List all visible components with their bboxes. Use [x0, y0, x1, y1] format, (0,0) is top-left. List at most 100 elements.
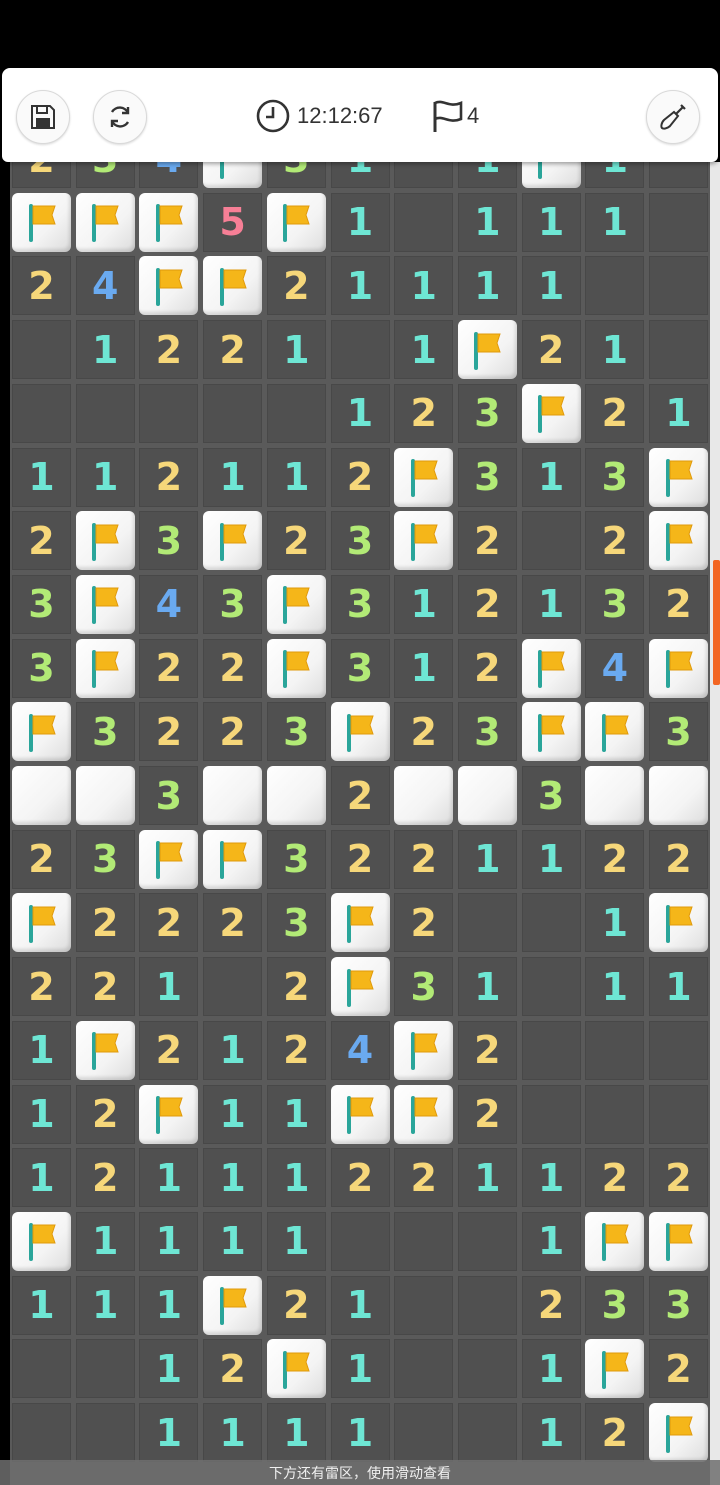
number-cell[interactable]: 3 — [585, 1275, 645, 1335]
empty-cell[interactable] — [12, 383, 71, 443]
empty-cell[interactable] — [457, 1339, 517, 1399]
empty-cell[interactable] — [394, 192, 454, 252]
number-cell[interactable]: 2 — [75, 1084, 135, 1144]
number-cell[interactable]: 2 — [457, 574, 517, 634]
number-cell[interactable]: 1 — [203, 1084, 263, 1144]
number-cell[interactable]: 1 — [75, 1275, 135, 1335]
number-cell[interactable]: 1 — [649, 957, 708, 1017]
number-cell[interactable]: 1 — [330, 1403, 390, 1462]
number-cell[interactable]: 3 — [457, 383, 517, 443]
number-cell[interactable]: 1 — [585, 192, 645, 252]
number-cell[interactable]: 2 — [12, 511, 71, 571]
number-cell[interactable]: 2 — [75, 1148, 135, 1208]
number-cell[interactable]: 3 — [649, 702, 708, 762]
number-cell[interactable]: 2 — [330, 1148, 390, 1208]
number-cell[interactable]: 1 — [330, 1339, 390, 1399]
empty-cell[interactable] — [585, 1020, 645, 1080]
number-cell[interactable]: 2 — [139, 320, 199, 380]
flagged-cell[interactable] — [75, 192, 135, 252]
number-cell[interactable]: 1 — [12, 1148, 71, 1208]
flagged-cell[interactable] — [75, 638, 135, 698]
number-cell[interactable]: 2 — [585, 829, 645, 889]
number-cell[interactable]: 1 — [330, 192, 390, 252]
number-cell[interactable]: 1 — [457, 162, 517, 188]
number-cell[interactable]: 1 — [12, 1275, 71, 1335]
number-cell[interactable]: 2 — [585, 1403, 645, 1462]
empty-cell[interactable] — [649, 256, 708, 316]
number-cell[interactable]: 3 — [12, 574, 71, 634]
number-cell[interactable]: 2 — [457, 638, 517, 698]
number-cell[interactable]: 1 — [394, 320, 454, 380]
flagged-cell[interactable] — [457, 320, 517, 380]
number-cell[interactable]: 2 — [649, 1148, 708, 1208]
empty-cell[interactable] — [394, 1339, 454, 1399]
flagged-cell[interactable] — [394, 1084, 454, 1144]
number-cell[interactable]: 3 — [330, 511, 390, 571]
number-cell[interactable]: 2 — [203, 1339, 263, 1399]
number-cell[interactable]: 2 — [457, 1084, 517, 1144]
restart-button[interactable] — [93, 90, 147, 144]
scroll-track[interactable] — [710, 162, 720, 1485]
number-cell[interactable]: 1 — [266, 1148, 326, 1208]
flagged-cell[interactable] — [12, 702, 71, 762]
empty-cell[interactable] — [203, 383, 263, 443]
number-cell[interactable]: 1 — [203, 1020, 263, 1080]
dig-mode-button[interactable] — [646, 90, 700, 144]
flagged-cell[interactable] — [521, 383, 581, 443]
flagged-cell[interactable] — [649, 1403, 708, 1462]
number-cell[interactable]: 1 — [266, 447, 326, 507]
number-cell[interactable]: 1 — [266, 1403, 326, 1462]
number-cell[interactable]: 1 — [585, 320, 645, 380]
unopened-cell[interactable] — [649, 766, 708, 825]
flagged-cell[interactable] — [12, 893, 71, 953]
number-cell[interactable]: 2 — [457, 1020, 517, 1080]
number-cell[interactable]: 4 — [139, 574, 199, 634]
number-cell[interactable]: 3 — [330, 574, 390, 634]
number-cell[interactable]: 2 — [12, 256, 71, 316]
flagged-cell[interactable] — [139, 192, 199, 252]
flagged-cell[interactable] — [649, 1211, 708, 1271]
flagged-cell[interactable] — [649, 638, 708, 698]
empty-cell[interactable] — [457, 893, 517, 953]
number-cell[interactable]: 2 — [521, 320, 581, 380]
flagged-cell[interactable] — [266, 192, 326, 252]
number-cell[interactable]: 2 — [394, 829, 454, 889]
number-cell[interactable]: 3 — [394, 957, 454, 1017]
flagged-cell[interactable] — [139, 829, 199, 889]
empty-cell[interactable] — [521, 893, 581, 953]
flagged-cell[interactable] — [203, 256, 263, 316]
flagged-cell[interactable] — [203, 511, 263, 571]
number-cell[interactable]: 1 — [394, 256, 454, 316]
flagged-cell[interactable] — [12, 1211, 71, 1271]
flagged-cell[interactable] — [266, 1339, 326, 1399]
number-cell[interactable]: 1 — [139, 1211, 199, 1271]
empty-cell[interactable] — [394, 1211, 454, 1271]
flagged-cell[interactable] — [521, 162, 581, 188]
number-cell[interactable]: 1 — [330, 162, 390, 188]
number-cell[interactable]: 1 — [203, 447, 263, 507]
empty-cell[interactable] — [457, 1403, 517, 1462]
flagged-cell[interactable] — [585, 702, 645, 762]
number-cell[interactable]: 1 — [521, 256, 581, 316]
number-cell[interactable]: 1 — [521, 192, 581, 252]
number-cell[interactable]: 3 — [75, 702, 135, 762]
flagged-cell[interactable] — [330, 893, 390, 953]
number-cell[interactable]: 4 — [330, 1020, 390, 1080]
number-cell[interactable]: 1 — [457, 192, 517, 252]
number-cell[interactable]: 1 — [521, 1148, 581, 1208]
number-cell[interactable]: 2 — [649, 1339, 708, 1399]
flagged-cell[interactable] — [394, 447, 454, 507]
number-cell[interactable]: 1 — [585, 893, 645, 953]
flagged-cell[interactable] — [394, 1020, 454, 1080]
number-cell[interactable]: 1 — [394, 638, 454, 698]
number-cell[interactable]: 2 — [75, 957, 135, 1017]
number-cell[interactable]: 4 — [75, 256, 135, 316]
number-cell[interactable]: 2 — [139, 702, 199, 762]
empty-cell[interactable] — [457, 1211, 517, 1271]
number-cell[interactable]: 1 — [139, 1339, 199, 1399]
number-cell[interactable]: 1 — [649, 383, 708, 443]
number-cell[interactable]: 3 — [266, 893, 326, 953]
empty-cell[interactable] — [75, 1339, 135, 1399]
minefield-board[interactable]: 2343111511112421111122112112321112112313… — [10, 162, 710, 1485]
number-cell[interactable]: 2 — [203, 893, 263, 953]
